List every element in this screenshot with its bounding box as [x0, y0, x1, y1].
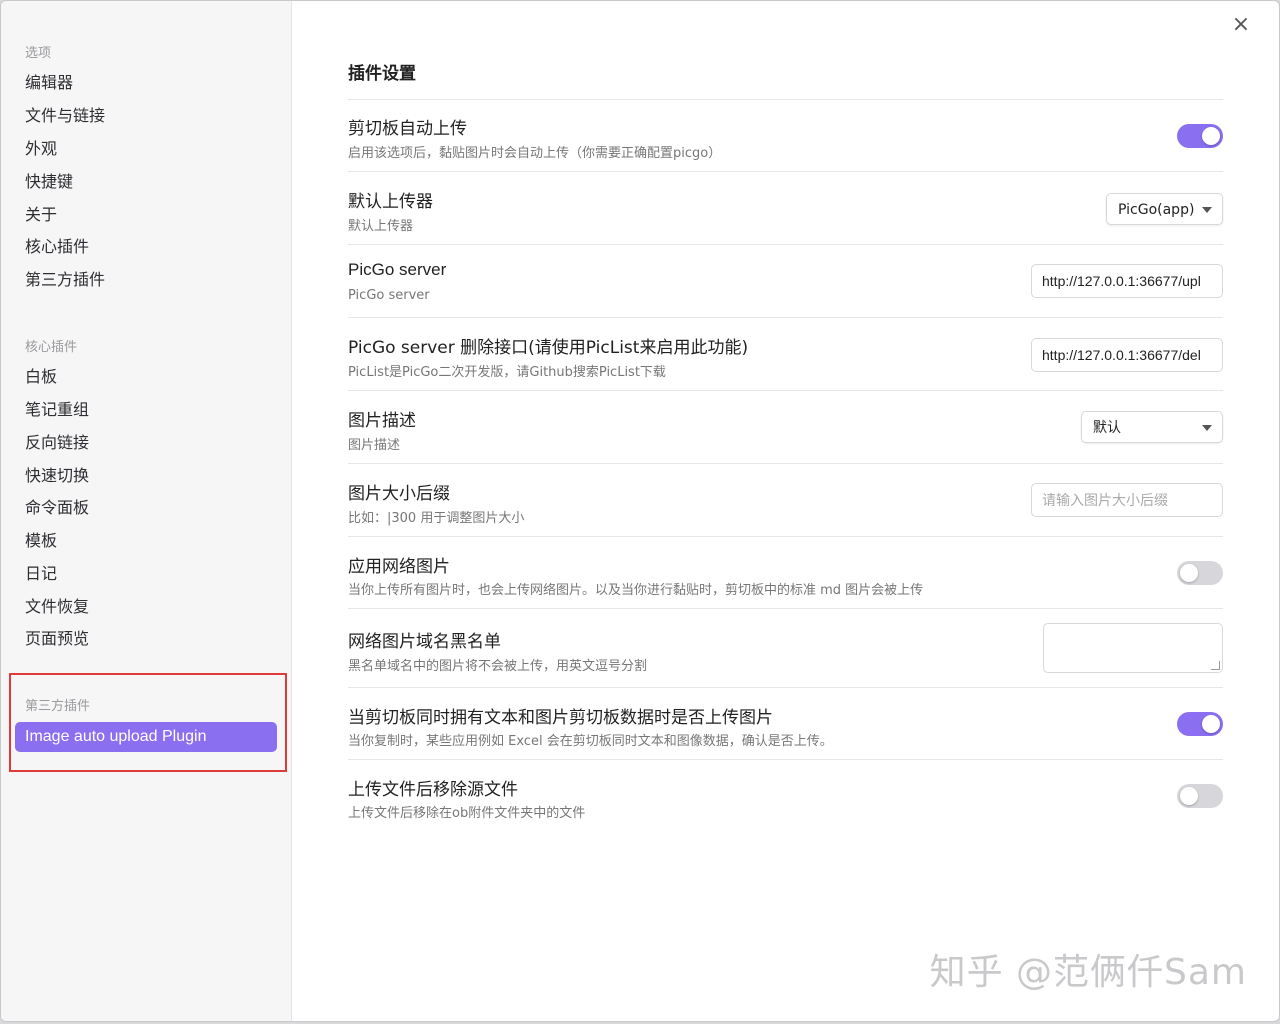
clipboard-auto-upload-toggle[interactable] [1177, 124, 1223, 148]
sidebar-item-page-preview[interactable]: 页面预览 [25, 629, 89, 649]
select-value: 默认 [1093, 420, 1121, 436]
sidebar-item-files-links[interactable]: 文件与链接 [25, 106, 105, 126]
page-title: 插件设置 [348, 64, 416, 84]
setting-name: 默认上传器 [348, 192, 433, 212]
picgo-server-input[interactable]: http://127.0.0.1:36677/upl [1031, 264, 1223, 298]
sidebar-item-editor[interactable]: 编辑器 [25, 73, 73, 93]
sidebar-item-core-plugins[interactable]: 核心插件 [25, 237, 89, 257]
sidebar-item-about[interactable]: 关于 [25, 205, 57, 225]
settings-window: 选项 编辑器 文件与链接 外观 快捷键 关于 核心插件 第三方插件 核心插件 白… [0, 0, 1280, 1022]
setting-desc: 黑名单域名中的图片将不会被上传，用英文逗号分割 [348, 659, 648, 674]
toggle-knob [1202, 127, 1220, 145]
remove-source-file-toggle[interactable] [1177, 784, 1223, 808]
toggle-knob [1180, 787, 1198, 805]
setting-row: 剪切板自动上传 启用该选项后，黏贴图片时会自动上传（你需要正确配置picgo） [348, 99, 1223, 172]
default-uploader-select[interactable]: PicGo(app) [1106, 193, 1223, 225]
sidebar-group-options-title: 选项 [25, 46, 52, 61]
chevron-down-icon [1202, 425, 1212, 431]
setting-desc: 图片描述 [348, 438, 401, 453]
setting-desc: 当你复制时，某些应用例如 Excel 会在剪切板同时文本和图像数据，确认是否上传… [348, 734, 833, 749]
image-desc-select[interactable]: 默认 [1081, 411, 1223, 443]
toggle-knob [1180, 564, 1198, 582]
sidebar-group-core-title: 核心插件 [25, 340, 78, 355]
sidebar-item-quick-switcher[interactable]: 快速切换 [25, 466, 89, 486]
setting-desc: 比如：|300 用于调整图片大小 [348, 511, 525, 526]
setting-row: 网络图片域名黑名单 黑名单域名中的图片将不会被上传，用英文逗号分割 [348, 608, 1223, 688]
setting-row: PicGo server PicGo server http://127.0.0… [348, 244, 1223, 318]
setting-row: PicGo server 删除接口(请使用PicList来启用此功能) PicL… [348, 317, 1223, 391]
image-size-suffix-input[interactable] [1031, 483, 1223, 517]
setting-desc: PicGo server [348, 288, 430, 303]
setting-row: 应用网络图片 当你上传所有图片时，也会上传网络图片。以及当你进行黏贴时，剪切板中… [348, 536, 1223, 609]
annotation-highlight-box [9, 673, 287, 772]
setting-name: 当剪切板同时拥有文本和图片剪切板数据时是否上传图片 [348, 708, 773, 728]
upload-with-text-toggle[interactable] [1177, 712, 1223, 736]
setting-name: 图片大小后缀 [348, 484, 450, 504]
sidebar-item-backlinks[interactable]: 反向链接 [25, 433, 89, 453]
setting-desc: PicList是PicGo二次开发版，请Github搜索PicList下载 [348, 365, 666, 380]
setting-name: 应用网络图片 [348, 557, 450, 577]
setting-row: 上传文件后移除源文件 上传文件后移除在ob附件文件夹中的文件 [348, 759, 1223, 832]
settings-content: × 插件设置 剪切板自动上传 启用该选项后，黏贴图片时会自动上传（你需要正确配置… [292, 1, 1279, 1021]
toggle-knob [1202, 715, 1220, 733]
select-value: PicGo(app) [1118, 202, 1195, 218]
sidebar-item-note-composer[interactable]: 笔记重组 [25, 400, 89, 420]
sidebar-item-hotkeys[interactable]: 快捷键 [25, 172, 73, 192]
sidebar-item-file-recovery[interactable]: 文件恢复 [25, 597, 89, 617]
setting-desc: 默认上传器 [348, 219, 414, 234]
setting-row: 当剪切板同时拥有文本和图片剪切板数据时是否上传图片 当你复制时，某些应用例如 E… [348, 687, 1223, 760]
apply-network-images-toggle[interactable] [1177, 561, 1223, 585]
setting-row: 图片大小后缀 比如：|300 用于调整图片大小 [348, 463, 1223, 537]
picgo-delete-server-input[interactable]: http://127.0.0.1:36677/del [1031, 338, 1223, 372]
sidebar-item-community-plugins[interactable]: 第三方插件 [25, 270, 105, 290]
sidebar-item-appearance[interactable]: 外观 [25, 139, 57, 159]
setting-desc: 启用该选项后，黏贴图片时会自动上传（你需要正确配置picgo） [348, 146, 722, 161]
setting-desc: 上传文件后移除在ob附件文件夹中的文件 [348, 806, 586, 821]
close-icon[interactable]: × [1231, 14, 1251, 36]
setting-row: 默认上传器 默认上传器 PicGo(app) [348, 171, 1223, 245]
chevron-down-icon [1202, 207, 1212, 213]
watermark: 知乎 @范俩仟Sam [929, 952, 1247, 993]
domain-blacklist-textarea[interactable] [1043, 623, 1223, 673]
resize-handle-icon[interactable] [1211, 661, 1220, 670]
setting-desc: 当你上传所有图片时，也会上传网络图片。以及当你进行黏贴时，剪切板中的标准 md … [348, 583, 924, 598]
sidebar-item-daily-notes[interactable]: 日记 [25, 564, 57, 584]
sidebar-item-command-palette[interactable]: 命令面板 [25, 498, 89, 518]
settings-sidebar: 选项 编辑器 文件与链接 外观 快捷键 关于 核心插件 第三方插件 核心插件 白… [1, 1, 292, 1021]
setting-name: PicGo server [348, 260, 447, 279]
setting-name: 剪切板自动上传 [348, 119, 467, 139]
sidebar-item-templates[interactable]: 模板 [25, 531, 57, 551]
sidebar-item-canvas[interactable]: 白板 [25, 367, 57, 387]
setting-name: 图片描述 [348, 411, 416, 431]
setting-name: 网络图片域名黑名单 [348, 632, 501, 652]
setting-row: 图片描述 图片描述 默认 [348, 390, 1223, 464]
setting-name: 上传文件后移除源文件 [348, 780, 518, 800]
setting-name: PicGo server 删除接口(请使用PicList来启用此功能) [348, 338, 749, 358]
